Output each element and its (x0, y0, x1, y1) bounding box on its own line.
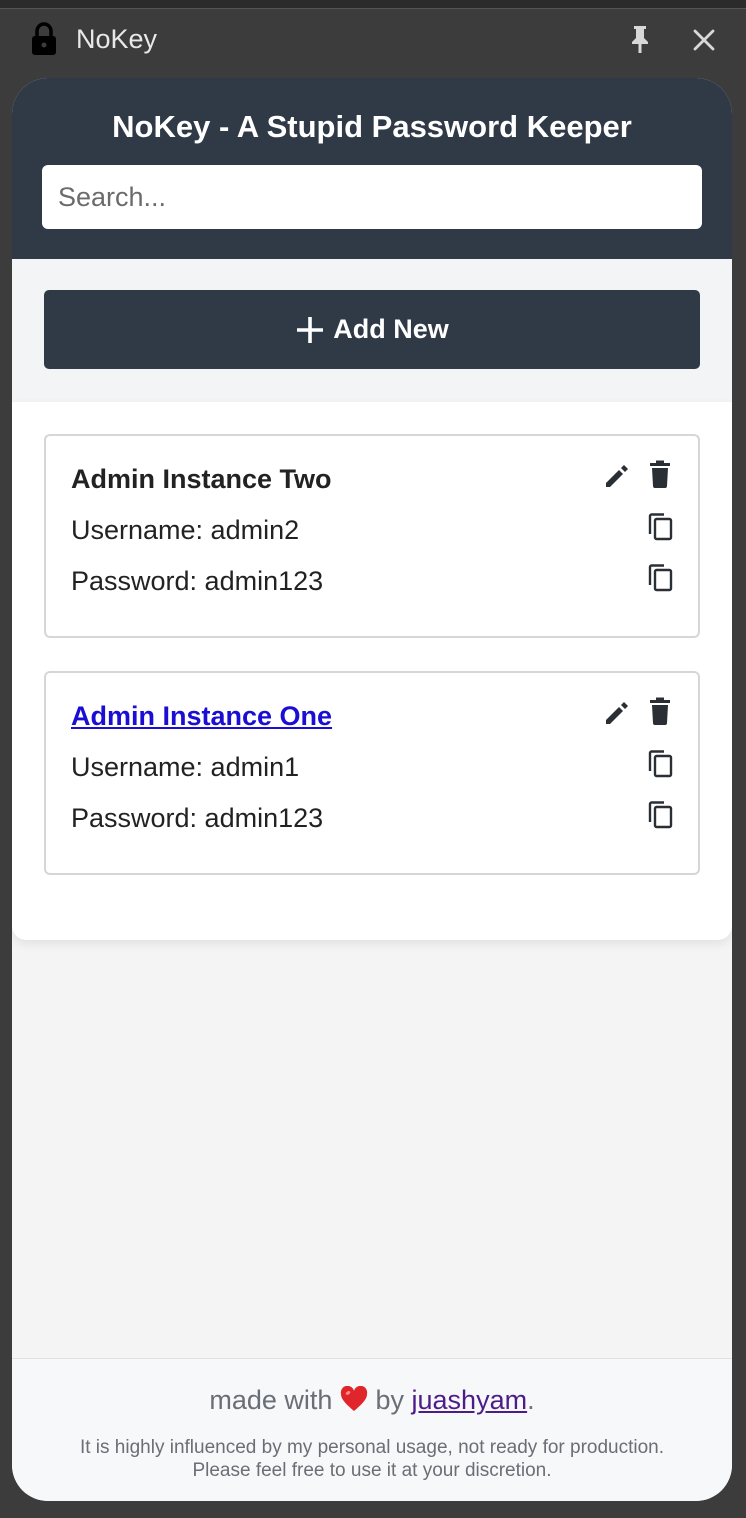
window-titlebar: NoKey (0, 8, 746, 70)
footer-note-line2: Please feel free to use it at your discr… (192, 1460, 552, 1481)
add-section: Add New (12, 259, 732, 402)
entry-password: Password: admin123 (71, 566, 324, 596)
copy-icon[interactable] (646, 749, 674, 779)
search-input[interactable] (42, 165, 702, 229)
edit-icon[interactable] (602, 698, 632, 728)
lock-icon (32, 22, 56, 55)
add-new-label: Add New (333, 314, 449, 344)
author-link[interactable]: juashyam (412, 1385, 528, 1415)
footer-disclaimer: It is highly influenced by my personal u… (12, 1436, 732, 1482)
close-icon[interactable] (690, 26, 718, 54)
edit-icon[interactable] (602, 461, 632, 491)
entry-title-link[interactable]: Admin Instance One (71, 700, 332, 732)
entry-card: Admin Instance One Username: admin1 Pass… (44, 671, 700, 875)
footer-period: . (527, 1385, 535, 1415)
entry-password: Password: admin123 (71, 803, 324, 833)
delete-icon[interactable] (648, 460, 672, 488)
footer-note-line1: It is highly influenced by my personal u… (79, 1437, 665, 1458)
copy-icon[interactable] (646, 512, 674, 542)
footer-made-with: made with (209, 1385, 333, 1415)
pin-icon[interactable] (626, 24, 654, 54)
add-new-button[interactable]: Add New (44, 290, 700, 369)
page-title: NoKey - A Stupid Password Keeper (112, 109, 632, 144)
footer-by: by (375, 1385, 405, 1415)
footer-credit: made with by juashyam. (12, 1383, 732, 1417)
copy-icon[interactable] (646, 563, 674, 593)
plus-icon (297, 316, 324, 343)
app-panel: NoKey - A Stupid Password Keeper Add New… (12, 78, 732, 1501)
entry-card: Admin Instance Two Username: admin2 Pass… (44, 434, 700, 638)
entry-list: Admin Instance Two Username: admin2 Pass… (12, 402, 732, 940)
app-footer: made with by juashyam. It is highly infl… (12, 1358, 732, 1501)
window-title: NoKey (76, 24, 158, 54)
entry-title: Admin Instance Two (71, 464, 332, 494)
copy-icon[interactable] (646, 800, 674, 830)
heart-icon (340, 1386, 368, 1411)
entry-username: Username: admin1 (71, 752, 300, 782)
app-header: NoKey - A Stupid Password Keeper (12, 78, 732, 259)
delete-icon[interactable] (648, 697, 672, 725)
entry-username: Username: admin2 (71, 515, 300, 545)
